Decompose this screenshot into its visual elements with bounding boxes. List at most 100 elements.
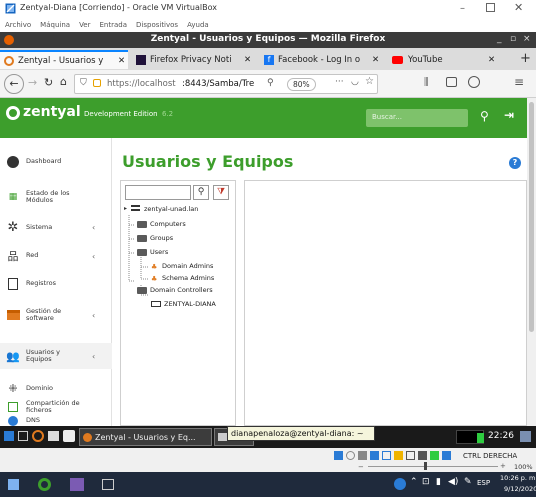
pocket-icon[interactable]: ◡ — [351, 77, 359, 87]
audio-status-icon[interactable] — [358, 451, 367, 460]
menu-ver[interactable]: Ver — [79, 21, 90, 29]
tree-node-domain-controllers[interactable]: Domain Controllers — [150, 286, 213, 294]
tab-close-icon[interactable]: ✕ — [372, 55, 379, 65]
page-actions-icon[interactable]: ··· — [335, 77, 344, 87]
tab-facebook[interactable]: f Facebook - Log In o ✕ — [260, 50, 384, 69]
bookmark-star-icon[interactable]: ☆ — [365, 76, 374, 87]
sidebar-toggle-icon[interactable] — [446, 77, 457, 87]
display-status-icon[interactable] — [406, 451, 415, 460]
tree-node-dc-host[interactable]: ZENTYAL-DIANA — [164, 300, 216, 308]
recording-status-icon[interactable] — [418, 451, 427, 460]
tab-close-icon[interactable]: ✕ — [244, 55, 251, 65]
menu-entrada[interactable]: Entrada — [100, 21, 128, 29]
cpu-status-icon[interactable] — [430, 451, 439, 460]
shared-folder-status-icon[interactable] — [394, 451, 403, 460]
search-icon[interactable]: ⚲ — [480, 109, 489, 123]
menu-hamburger-icon[interactable]: ≡ — [514, 75, 524, 89]
user-menu-icon[interactable] — [520, 431, 531, 442]
optical-status-icon[interactable] — [346, 451, 355, 460]
mouse-integration-icon[interactable] — [442, 451, 451, 460]
sidebar-item-red[interactable]: 品 Red ‹ — [0, 248, 112, 264]
scrollbar-thumb[interactable] — [529, 102, 534, 332]
zoom-indicator[interactable]: 80% — [287, 78, 316, 91]
zoom-slider-thumb[interactable] — [424, 462, 427, 470]
host-key-label: CTRL DERECHA — [463, 452, 518, 460]
library-icon[interactable]: ⫼ — [424, 77, 429, 88]
menu-archivo[interactable]: Archivo — [5, 21, 31, 29]
new-tab-button[interactable]: + — [520, 51, 531, 66]
tab-firefox-privacy[interactable]: Firefox Privacy Noti ✕ — [132, 50, 256, 69]
back-button[interactable]: ← — [4, 74, 24, 94]
account-icon[interactable] — [468, 76, 480, 88]
tray-pen-icon[interactable]: ✎ — [464, 477, 472, 487]
zoom-plus-icon[interactable]: + — [500, 462, 506, 470]
maximize-button[interactable] — [486, 3, 495, 12]
sidebar: Dashboard ▦ Estado de los Módulos ✲ Sist… — [0, 138, 112, 426]
tab-zentyal[interactable]: Zentyal - Usuarios y ✕ — [0, 50, 128, 69]
menu-dispositivos[interactable]: Dispositivos — [136, 21, 178, 29]
firefox-launcher-icon[interactable] — [32, 430, 44, 442]
logout-icon[interactable]: ⇥ — [504, 108, 514, 122]
host-app-icon-1[interactable] — [8, 479, 19, 490]
hdd-status-icon[interactable] — [334, 451, 343, 460]
tree-node-domain-admins[interactable]: Domain Admins — [162, 262, 213, 270]
tree-root-domain[interactable]: zentyal-unad.lan — [144, 205, 198, 213]
desktop-icon[interactable] — [18, 431, 28, 441]
tray-network-icon[interactable]: ⊡ — [422, 477, 430, 487]
input-language[interactable]: ESP — [477, 479, 490, 487]
folder-icon — [137, 249, 147, 256]
close-button[interactable]: ✕ — [514, 1, 523, 14]
tray-app-icon[interactable] — [394, 478, 406, 490]
minimize-button[interactable]: – — [460, 3, 465, 14]
sidebar-item-dashboard[interactable]: Dashboard — [0, 156, 112, 168]
terminal-launcher-icon[interactable] — [48, 431, 59, 441]
tab-strip: Zentyal - Usuarios y ✕ Firefox Privacy N… — [0, 48, 536, 70]
ff-close-button[interactable]: × — [523, 34, 531, 44]
tree-node-users[interactable]: Users — [150, 248, 168, 256]
sidebar-item-dns[interactable]: DNS — [0, 416, 112, 426]
url-bar[interactable]: ⛉ https://localhost :8443/Samba/Tre ⚲ 80… — [74, 74, 378, 94]
ff-minimize-button[interactable]: _ — [497, 34, 502, 44]
tree-expand-icon[interactable]: ▸ — [124, 205, 127, 212]
forward-button[interactable]: → — [28, 76, 37, 89]
sidebar-item-sistema[interactable]: ✲ Sistema ‹ — [0, 220, 112, 235]
usb-status-icon[interactable] — [382, 451, 391, 460]
ff-maximize-button[interactable]: ▫ — [510, 34, 516, 44]
sidebar-item-modulos[interactable]: ▦ Estado de los Módulos — [0, 189, 112, 204]
sidebar-item-software[interactable]: Gestión de software ‹ — [0, 307, 112, 322]
host-app-icon-2[interactable] — [38, 478, 51, 491]
network-status-icon[interactable] — [370, 451, 379, 460]
sidebar-item-comparticion[interactable]: Compartición de ficheros — [0, 399, 112, 414]
tab-youtube[interactable]: YouTube ✕ — [388, 50, 500, 69]
menu-maquina[interactable]: Máquina — [40, 21, 70, 29]
host-clock-time[interactable]: 10:26 p. m. — [500, 474, 536, 482]
reload-button[interactable]: ↻ — [44, 76, 53, 89]
zentyal-search-input[interactable]: Buscar... — [366, 109, 468, 127]
menu-ayuda[interactable]: Ayuda — [187, 21, 209, 29]
tray-volume-icon[interactable]: ◀) — [448, 477, 458, 487]
zoom-slider[interactable] — [368, 466, 498, 467]
sidebar-item-dominio[interactable]: ⁜ Dominio — [0, 382, 112, 395]
sidebar-item-registros[interactable]: Registros — [0, 278, 112, 290]
tray-battery-icon[interactable]: ▮ — [436, 477, 441, 487]
tree-node-computers[interactable]: Computers — [150, 220, 186, 228]
zoom-minus-icon[interactable]: − — [358, 463, 364, 471]
sidebar-item-usuarios[interactable]: 👥 Usuarios y Equipos ‹ — [0, 343, 112, 369]
search-key-icon[interactable]: ⚲ — [267, 78, 274, 88]
tray-expand-icon[interactable]: ⌃ — [410, 477, 418, 487]
start-menu-icon[interactable] — [4, 431, 14, 441]
tab-close-icon[interactable]: ✕ — [488, 55, 495, 65]
warning-lock-icon[interactable] — [93, 79, 101, 87]
host-app-icon-3[interactable] — [70, 478, 84, 491]
shield-icon[interactable]: ⛉ — [80, 78, 87, 88]
home-button[interactable]: ⌂ — [60, 75, 67, 88]
tab-close-icon[interactable]: ✕ — [118, 56, 125, 66]
host-app-icon-4[interactable] — [102, 479, 114, 490]
files-launcher-icon[interactable] — [63, 430, 75, 442]
help-icon[interactable]: ? — [509, 157, 521, 169]
host-clock-date[interactable]: 9/12/2020 — [504, 485, 536, 493]
tree-node-groups[interactable]: Groups — [150, 234, 173, 242]
tree-node-schema-admins[interactable]: Schema Admins — [162, 274, 214, 282]
taskbar-item-firefox[interactable]: Zentyal - Usuarios y Eq... — [79, 428, 212, 446]
page-scrollbar[interactable] — [527, 98, 536, 426]
